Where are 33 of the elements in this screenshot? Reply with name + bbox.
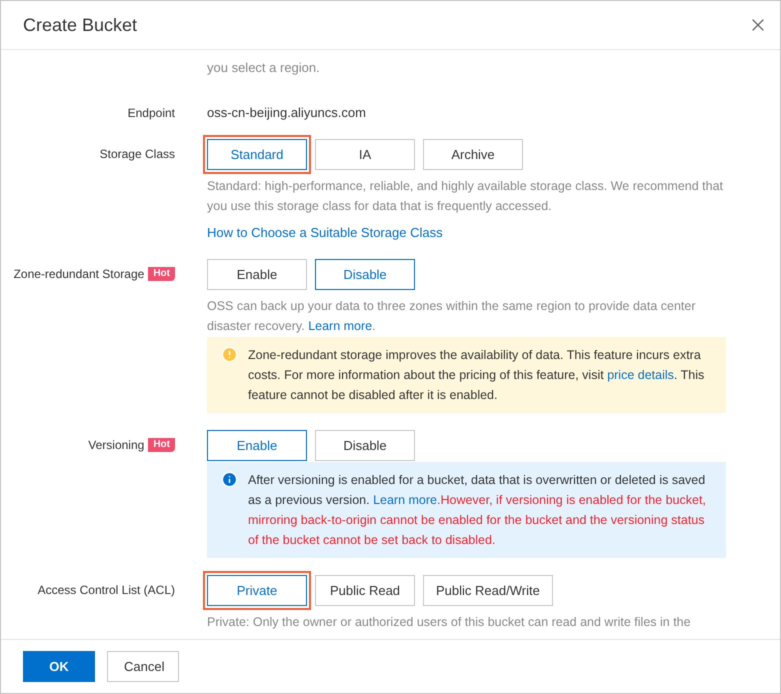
option-button[interactable]: Enable — [207, 259, 307, 290]
info-icon — [221, 471, 238, 488]
field-label: Endpoint — [128, 105, 175, 122]
option-button[interactable]: Standard — [207, 139, 307, 170]
option-button[interactable]: Archive — [423, 139, 523, 170]
field-description: Private: Only the owner or authorized users of this bucket can read and write files in the — [207, 614, 692, 631]
ok-button[interactable]: OK — [23, 651, 95, 682]
learn-more-link[interactable]: Learn more — [308, 319, 372, 333]
option-button[interactable]: Public Read/Write — [423, 575, 553, 606]
alert-text: After versioning is enabled for a bucket, data that is overwritten or deleted is saved as a previous version. Learn more.However, if versioning is enabled for the bucket, mirroring back-to-origin cannot be enabled for the bucket and the versioning status of the bucket cannot be set back to disabled. — [248, 472, 707, 549]
field-label: Versioning — [88, 437, 144, 454]
field-label: Zone-redundant Storage — [14, 266, 144, 283]
option-button[interactable]: IA — [315, 139, 415, 170]
option-button[interactable]: Disable — [315, 259, 415, 290]
field-description: Standard: high-performance, reliable, and highly available storage class. We recommend that you use this storage class for data that is frequently accessed. — [207, 178, 724, 215]
field-label: Access Control List (ACL) — [38, 582, 175, 599]
region-note: you select a region. — [207, 60, 320, 75]
warning-icon — [221, 346, 238, 363]
help-link[interactable]: How to Choose a Suitable Storage Class — [207, 223, 443, 243]
field-description: OSS can back up your data to three zones within the same region to provide data center disaster recovery. Learn more. — [207, 298, 696, 335]
option-button[interactable]: Private — [207, 575, 307, 606]
cancel-button[interactable]: Cancel — [107, 651, 179, 682]
field-value: oss-cn-beijing.aliyuncs.com — [207, 104, 367, 122]
learn-more-link[interactable]: Learn more — [373, 493, 437, 507]
hot-badge: Hot — [148, 438, 175, 452]
learn-more-link[interactable]: price details — [607, 368, 674, 382]
alert-text: Zone-redundant storage improves the availability of data. This feature incurs extra costs. For more information about the pricing of this feature, visit price details. This feature cannot be disabled after it is enabled. — [248, 347, 706, 404]
option-button[interactable]: Disable — [315, 430, 415, 461]
option-button[interactable]: Enable — [207, 430, 307, 461]
field-label: Storage Class — [100, 146, 175, 163]
dialog-title: Create Bucket — [23, 14, 138, 36]
option-button[interactable]: Public Read — [315, 575, 415, 606]
hot-badge: Hot — [148, 267, 175, 281]
